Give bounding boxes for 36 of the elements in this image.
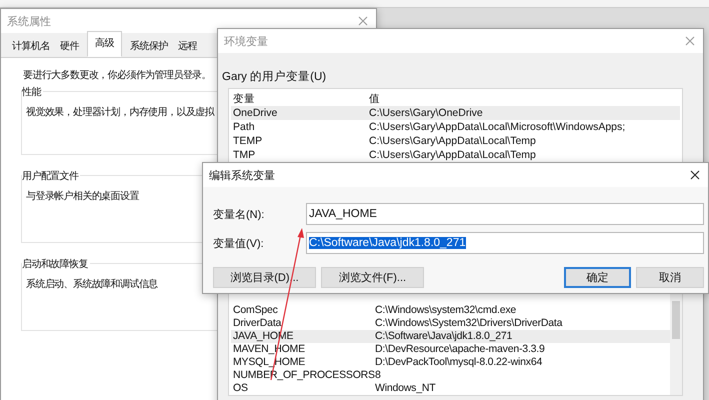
notice-text: 要进行大多数更改，你必须作为管理员登录。 [23,68,212,82]
group-description: 视觉效果，处理器计划，内存使用，以及虚拟 [26,106,214,119]
field-value: C:\Software\Java\jdk1.8.0_271 [309,237,466,249]
dialog-button[interactable]: 取消 [636,267,704,288]
input-field[interactable]: JAVA_HOME [306,203,704,225]
close-icon[interactable] [690,170,700,180]
group-title: 性能 [22,85,43,99]
window-title: 系统属性 [7,14,51,28]
column-header: 变量 [233,92,256,106]
column-header: 值 [369,92,380,106]
tab[interactable]: 高级 [87,31,122,57]
field-value: JAVA_HOME [309,208,377,220]
input-field[interactable]: C:\Software\Java\jdk1.8.0_271 [306,232,704,254]
tab[interactable]: 远程 [173,36,202,57]
dialog-button[interactable]: 浏览文件(F)... [321,267,424,288]
tab[interactable]: 计算机名 [7,36,55,57]
section-label: Gary 的用户变量(U) [222,69,328,84]
list-row[interactable]: DriverData C:\Windows\System32\Drivers\DriverData [231,317,670,330]
list-row[interactable]: ComSpec C:\Windows\system32\cmd.exe [231,304,670,317]
list-row[interactable]: Path C:\Users\Gary\AppData\Local\Microsoft\WindowsApps; [231,120,680,134]
window-title: 环境变量 [224,34,268,48]
field-label: 变量值(V): [213,236,265,250]
field-label: 变量名(N): [213,208,266,222]
tab[interactable]: 硬件 [55,36,84,57]
group-title: 启动和故障恢复 [22,257,90,271]
list-row[interactable]: OS Windows_NT [231,382,670,395]
tab[interactable]: 系统保护 [125,36,173,57]
group-description: 系统启动、系统故障和调试信息 [26,278,158,291]
window-title: 编辑系统变量 [209,168,275,182]
group-title: 用户配置文件 [22,169,80,183]
dialog-button[interactable]: 确定 [564,267,631,288]
scrollbar[interactable] [670,291,682,395]
list-row[interactable]: OneDrive C:\Users\Gary\OneDrive [231,106,680,120]
list-row[interactable]: TMP C:\Users\Gary\AppData\Local\Temp [231,148,680,162]
group-description: 与登录帐户相关的桌面设置 [26,190,139,203]
list-row[interactable]: TEMP C:\Users\Gary\AppData\Local\Temp [231,134,680,148]
